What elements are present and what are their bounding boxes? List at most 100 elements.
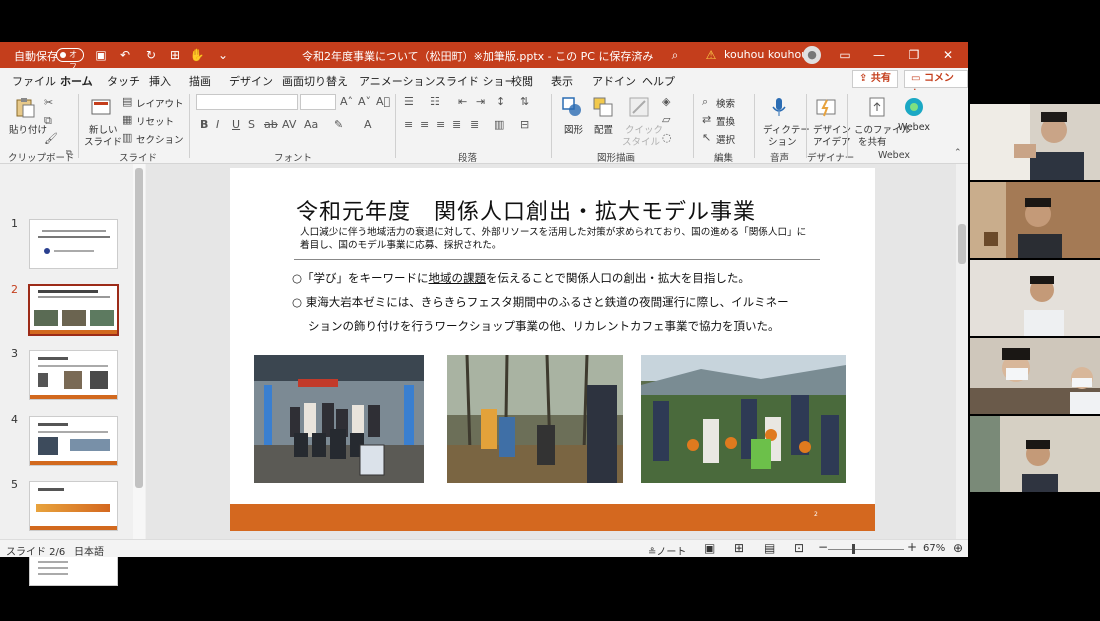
zoom-level[interactable]: 67%	[923, 543, 945, 554]
tab-transitions[interactable]: 画面切り替え	[282, 73, 348, 89]
normal-view-icon[interactable]: ▣	[704, 541, 715, 555]
redo-icon[interactable]: ↻	[142, 46, 160, 64]
video-tile-participant-2[interactable]	[970, 182, 1100, 258]
slide-thumbnail-1[interactable]	[29, 219, 118, 269]
decrease-indent-icon[interactable]: ⇤	[458, 95, 467, 108]
zoom-slider-thumb[interactable]	[852, 544, 855, 554]
align-text-icon[interactable]: ⊟	[520, 118, 529, 131]
decrease-font-icon[interactable]: A˅	[358, 95, 371, 108]
design-ideas-icon[interactable]	[815, 96, 837, 118]
columns-icon[interactable]: ▥	[494, 118, 504, 131]
video-tile-participant-3[interactable]	[970, 260, 1100, 336]
photo-mountain-group[interactable]	[641, 355, 846, 483]
align-left-icon[interactable]: ≡	[404, 118, 413, 131]
dialog-launcher-icon[interactable]: ⧉	[66, 148, 72, 158]
slide-thumbnail-2[interactable]	[28, 284, 119, 336]
distributed-icon[interactable]: ≣	[470, 118, 479, 131]
notes-button[interactable]: ≗ノート	[648, 543, 686, 558]
strikethrough-icon[interactable]: ab	[264, 118, 278, 131]
tab-touch[interactable]: タッチ	[107, 73, 140, 89]
zoom-in-icon[interactable]: +	[907, 540, 917, 554]
increase-indent-icon[interactable]: ⇥	[476, 95, 485, 108]
video-tile-participant-4[interactable]	[970, 338, 1100, 414]
clear-format-icon[interactable]: A⃠	[376, 95, 390, 108]
shapes-button[interactable]: 図形	[564, 122, 583, 136]
tab-slideshow[interactable]: スライド ショー	[435, 73, 516, 89]
editor-scrollbar[interactable]	[956, 164, 968, 539]
tab-addins[interactable]: アドイン	[592, 73, 636, 89]
user-name[interactable]: kouhou kouhou	[724, 48, 808, 61]
line-spacing-icon[interactable]: ↕	[496, 95, 505, 108]
format-painter-icon[interactable]: 🖌	[44, 132, 58, 145]
slide-sorter-icon[interactable]: ⊞	[734, 541, 744, 555]
slide-intro-text[interactable]: 人口減少に伴う地域活力の衰退に対して、外部リソースを活用した対策が求められており…	[300, 226, 810, 252]
share-button[interactable]: ⇪ 共有	[852, 70, 898, 88]
avatar[interactable]: ●	[803, 46, 821, 64]
highlight-icon[interactable]: ✎	[334, 118, 343, 131]
copy-icon[interactable]: ⧉	[44, 114, 52, 128]
bold-icon[interactable]: B	[200, 118, 208, 131]
select-button[interactable]: 選択	[716, 132, 735, 146]
zoom-slider[interactable]	[828, 549, 904, 550]
spacing-icon[interactable]: AV	[282, 118, 296, 131]
zoom-out-icon[interactable]: −	[818, 540, 828, 554]
layout-button[interactable]: レイアウト	[136, 96, 184, 110]
arrange-button[interactable]: 配置	[594, 122, 613, 136]
minimize-icon[interactable]: —	[870, 46, 888, 64]
cut-icon[interactable]: ✂	[44, 96, 53, 109]
bullet-1[interactable]: ○「学び」をキーワードに地域の課題を伝えることで関係人口の創出・拡大を目指した。	[292, 270, 750, 286]
arrange-icon[interactable]	[592, 96, 614, 118]
quick-styles-icon[interactable]	[628, 96, 650, 118]
slide-canvas[interactable]: 令和元年度 関係人口創出・拡大モデル事業 人口減少に伴う地域活力の衰退に対して、…	[230, 168, 875, 531]
tab-help[interactable]: ヘルプ	[642, 73, 675, 89]
photo-station-group[interactable]	[254, 355, 424, 483]
clipboard-icon[interactable]	[14, 96, 36, 118]
slide-thumbnail-4[interactable]	[29, 416, 118, 466]
webex-icon[interactable]	[903, 96, 925, 118]
video-tile-participant-5[interactable]	[970, 416, 1100, 492]
tab-design[interactable]: デザイン	[229, 73, 273, 89]
restore-icon[interactable]: ❐	[905, 46, 923, 64]
close-icon[interactable]: ✕	[939, 46, 957, 64]
find-button[interactable]: 検索	[716, 96, 735, 110]
align-center-icon[interactable]: ≡	[420, 118, 429, 131]
font-size-select[interactable]	[300, 94, 336, 110]
bullet-2-continued[interactable]: ションの飾り付けを行うワークショップ事業の他、リカレントカフェ事業で協力を頂いた…	[308, 318, 780, 334]
save-icon[interactable]: ▣	[92, 46, 110, 64]
reading-view-icon[interactable]: ▤	[764, 541, 775, 555]
replace-button[interactable]: 置換	[716, 114, 735, 128]
customize-toolbar-icon[interactable]: ⌄	[214, 46, 232, 64]
shape-outline-icon[interactable]: ▱	[662, 113, 670, 126]
warning-icon[interactable]: ⚠	[702, 46, 720, 64]
presentation-icon[interactable]: ⊞	[166, 46, 184, 64]
tab-review[interactable]: 校閲	[511, 73, 533, 89]
new-slide-label-2[interactable]: スライド	[84, 134, 122, 148]
section-button[interactable]: セクション	[136, 132, 184, 146]
new-slide-icon[interactable]	[90, 96, 112, 118]
justify-icon[interactable]: ≣	[452, 118, 461, 131]
shape-effects-icon[interactable]: ◌	[662, 131, 672, 144]
reset-button[interactable]: リセット	[136, 114, 174, 128]
italic-icon[interactable]: I	[216, 118, 219, 131]
photo-forest-workshop[interactable]	[447, 355, 623, 483]
fit-slide-icon[interactable]: ⊕	[953, 541, 963, 555]
bullet-2[interactable]: ○ 東海大岩本ゼミには、きらきらフェスタ期間中のふるさと鉄道の夜間運行に際し、イ…	[292, 294, 789, 310]
tab-file[interactable]: ファイル	[12, 73, 56, 89]
microphone-icon[interactable]	[768, 96, 790, 118]
font-family-select[interactable]	[196, 94, 298, 110]
tab-animations[interactable]: アニメーション	[359, 73, 436, 89]
text-direction-icon[interactable]: ⇅	[520, 95, 529, 108]
tab-insert[interactable]: 挿入	[149, 73, 171, 89]
slide-title[interactable]: 令和元年度 関係人口創出・拡大モデル事業	[296, 194, 756, 226]
dictation-label-2[interactable]: ション	[768, 134, 797, 148]
undo-icon[interactable]: ↶	[116, 46, 134, 64]
change-case-icon[interactable]: Aa	[304, 118, 318, 131]
thumbnails-scrollbar[interactable]	[133, 164, 145, 539]
underline-icon[interactable]: U	[232, 118, 240, 131]
increase-font-icon[interactable]: A˄	[340, 95, 353, 108]
paste-button[interactable]: 貼り付け	[9, 122, 47, 136]
bullets-icon[interactable]: ☰	[404, 95, 414, 108]
tab-draw[interactable]: 描画	[189, 73, 211, 89]
shadow-icon[interactable]: S	[248, 118, 255, 131]
slide-thumbnail-3[interactable]	[29, 350, 118, 400]
